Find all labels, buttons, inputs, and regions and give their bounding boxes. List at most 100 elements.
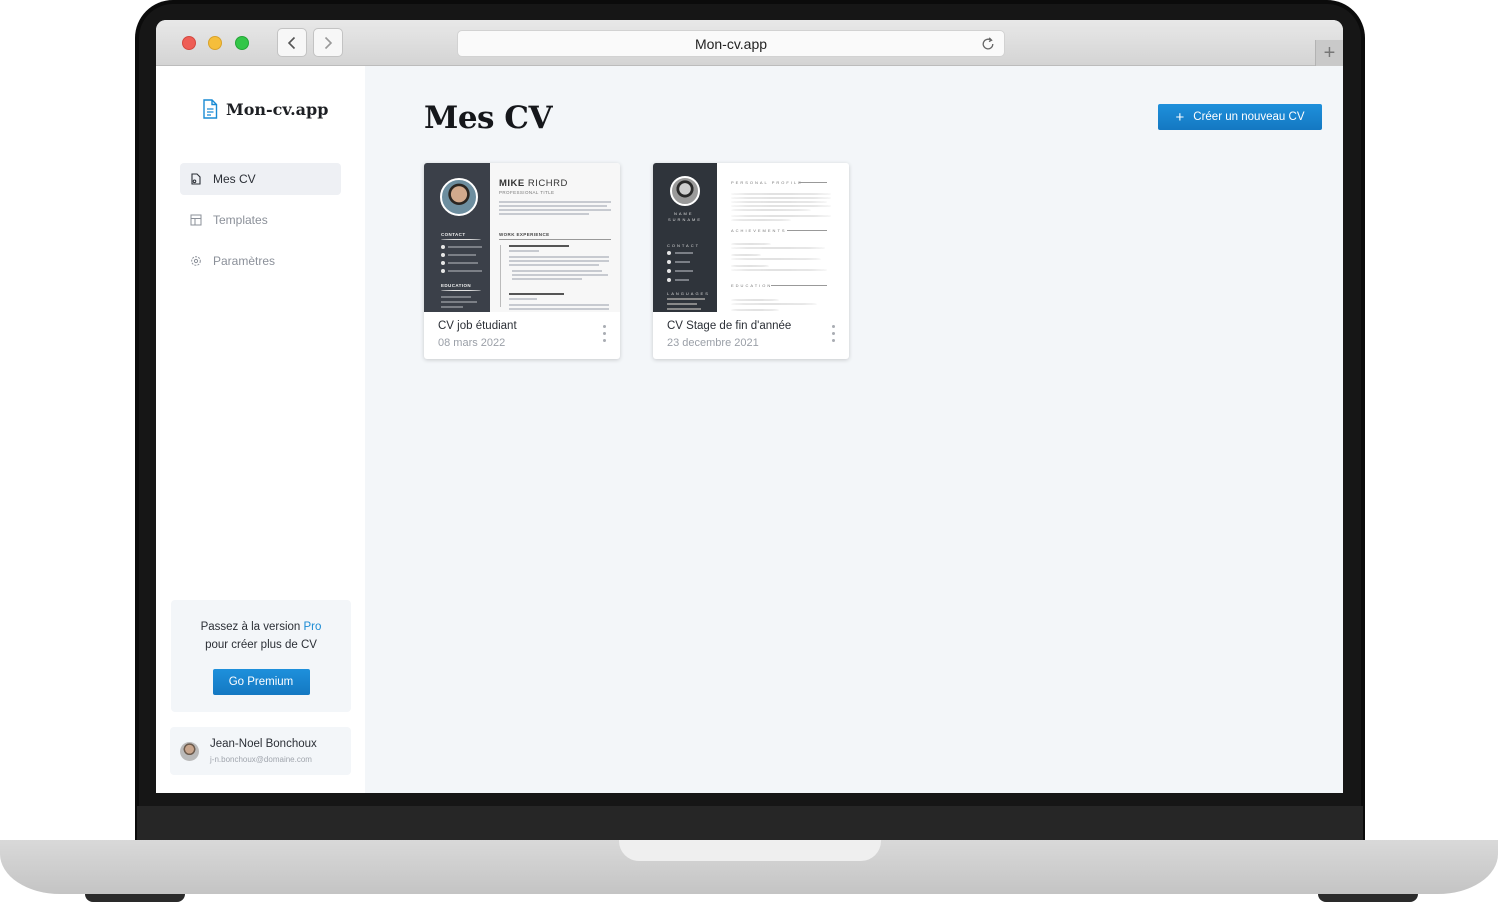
screen: Mon-cv.app + Mon-cv.app Mes CV Templates… [156,20,1343,793]
thumb-line [512,274,608,276]
more-options-icon[interactable] [603,325,607,345]
user-profile[interactable]: Jean-Noel Bonchoux j-n.bonchoux@domaine.… [170,727,351,775]
thumb-education-heading: EDUCATION [441,283,472,288]
address-bar-text: Mon-cv.app [694,36,768,52]
thumb-line [799,182,827,183]
back-button[interactable] [277,28,307,57]
logo-text: Mon-cv.app [226,99,329,119]
thumb-line [509,260,609,262]
thumb-work-heading: WORK EXPERIENCE [499,232,550,237]
user-email: j-n.bonchoux@domaine.com [210,755,312,764]
thumb-line [675,270,693,272]
thumb-line [499,205,607,207]
thumb-line [509,298,537,300]
thumb-line [731,205,831,207]
laptop-notch [619,840,881,861]
thumb-line [441,306,463,308]
go-premium-button[interactable]: Go Premium [212,669,310,695]
thumb-first-name: NAME [674,211,694,216]
laptop-foot-right [1318,894,1418,902]
sidebar-item-label: Paramètres [213,254,276,268]
thumb-line [675,279,689,281]
thumb-line [512,278,582,280]
logo[interactable]: Mon-cv.app [202,99,328,119]
thumb-line [441,301,477,303]
more-options-icon[interactable] [832,325,836,345]
thumb-dot [667,251,671,255]
thumb-line [448,254,476,256]
create-cv-button[interactable]: + Créer un nouveau CV [1158,104,1322,130]
sidebar-item-templates[interactable]: Templates [180,204,341,236]
thumb-dot [667,269,671,273]
thumb-line [441,296,471,298]
document-logo-icon [203,99,218,119]
promo-line2: pour créer plus de CV [205,638,317,651]
thumb-line [667,303,697,305]
thumb-line [441,239,481,240]
forward-button[interactable] [313,28,343,57]
thumb-contact-heading: CONTACT [441,232,466,237]
cv-thumbnail[interactable]: NAME SURNAME CONTACT LANGUAGES PERSONAL … [653,163,849,312]
thumb-photo [440,178,478,216]
thumb-line [731,269,827,271]
new-tab-button[interactable]: + [1315,40,1343,66]
thumb-timeline [500,245,501,307]
thumb-line [731,254,761,256]
thumb-last-name: RICHRD [527,178,568,189]
cv-card[interactable]: MIKE RICHRD PROFESSIONAL TITLE CONTACT E… [424,163,620,359]
thumb-line [499,201,611,203]
cv-card[interactable]: NAME SURNAME CONTACT LANGUAGES PERSONAL … [653,163,849,359]
thumb-dot [441,253,445,257]
close-window-button[interactable] [182,36,196,50]
thumb-line [731,309,779,311]
promo-line1: Passez à la version [200,621,301,633]
sidebar-item-parametres[interactable]: Paramètres [180,245,341,277]
thumb-line [512,270,602,272]
page-title: Mes CV [424,100,553,136]
thumb-line [448,270,482,272]
thumb-name: MIKE RICHRD [499,178,568,189]
create-cv-label: Créer un nouveau CV [1193,111,1305,123]
thumb-education-heading: EDUCATION [731,283,773,288]
thumb-line [509,264,599,266]
thumb-line [731,215,831,217]
thumb-last-name: SURNAME [668,217,703,222]
thumb-line [509,304,609,306]
thumb-line [499,209,611,211]
thumb-line [509,250,539,252]
thumb-line [509,245,569,247]
cv-title: CV job étudiant [438,320,517,332]
promo-pro-highlight: Pro [303,621,322,633]
thumb-line [731,197,831,199]
document-icon [191,173,201,185]
thumb-line [675,261,690,263]
thumb-line [509,293,564,295]
sidebar-item-label: Mes CV [213,172,256,186]
thumb-line [731,201,827,203]
thumb-line [667,308,701,310]
browser-toolbar: Mon-cv.app + [156,20,1343,66]
cv-date: 23 decembre 2021 [667,337,759,349]
cv-date: 08 mars 2022 [438,337,506,349]
thumb-line [731,209,811,211]
thumb-line [731,265,769,267]
address-bar[interactable]: Mon-cv.app [457,30,1005,57]
thumb-line [667,298,705,300]
thumb-line [509,308,609,310]
thumb-languages-heading: LANGUAGES [667,291,710,296]
app: Mon-cv.app Mes CV Templates Paramètres P… [156,66,1343,793]
minimize-window-button[interactable] [208,36,222,50]
cv-thumbnail[interactable]: MIKE RICHRD PROFESSIONAL TITLE CONTACT E… [424,163,620,312]
sidebar-item-mes-cv[interactable]: Mes CV [180,163,341,195]
thumb-line [771,285,827,286]
reload-icon[interactable] [980,36,996,52]
thumb-line [731,193,831,195]
thumb-line [731,299,779,301]
chevron-left-icon [287,36,296,49]
thumb-first-name: MIKE [499,178,525,189]
thumb-subtitle: PROFESSIONAL TITLE [499,190,555,195]
thumb-line [675,252,693,254]
maximize-window-button[interactable] [235,36,249,50]
sidebar-item-label: Templates [213,213,268,227]
layout-icon [190,214,202,226]
